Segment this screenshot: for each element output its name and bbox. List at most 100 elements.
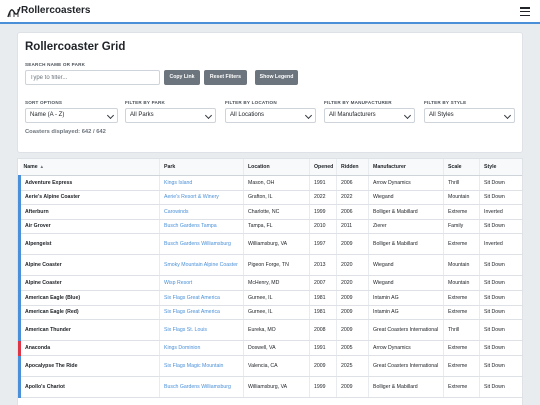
cell-park-link[interactable]: Wisp Resort <box>159 275 244 291</box>
sort-select[interactable]: Name (A - Z) <box>25 108 118 123</box>
cell-ridden: 2005 <box>336 340 369 356</box>
table-row[interactable]: Alpine Coaster Smoky Mountain Alpine Coa… <box>18 254 522 277</box>
cell-manufacturer: Intamin AG <box>368 290 444 306</box>
cell-park-link[interactable]: Smoky Mountain Alpine Coaster <box>159 254 244 277</box>
cell-park-link[interactable]: Busch Gardens Tampa <box>159 219 244 235</box>
column-header-manufacturer[interactable]: Manufacturer <box>368 159 444 176</box>
cell-park-link[interactable]: Busch Gardens Williamsburg <box>159 376 244 398</box>
cell-opened: 1991 <box>309 340 337 356</box>
cell-scale: Family <box>443 219 480 235</box>
table-row[interactable]: Alpine Coaster Wisp Resort McHenry, MD 2… <box>18 275 522 291</box>
cell-manufacturer: Arrow Dynamics <box>368 175 444 191</box>
cell-scale: Extreme <box>443 305 480 321</box>
cell-opened: 2008 <box>309 319 337 342</box>
manufacturer-filter-value: All Manufacturers <box>329 112 376 118</box>
manufacturer-filter-label: FILTER BY MANUFACTURER <box>324 100 392 105</box>
column-header-name[interactable]: Name ▲ <box>19 159 160 176</box>
chevron-down-icon <box>503 111 512 120</box>
column-header-scale[interactable]: Scale <box>443 159 480 176</box>
coaster-table: Name ▲ Park Location Opened Ridden Manufa… <box>18 159 522 398</box>
table-row[interactable]: Adventure Express Kings Island Mason, OH… <box>18 175 522 191</box>
cell-name: Alpine Coaster <box>18 275 160 291</box>
cell-opened: 1999 <box>309 376 337 398</box>
table-row[interactable]: Apollo's Chariot Busch Gardens Williamsb… <box>18 376 522 398</box>
copy-link-button[interactable]: Copy Link <box>164 70 200 85</box>
cell-ridden: 2011 <box>336 219 369 235</box>
park-filter-select[interactable]: All Parks <box>125 108 216 123</box>
cell-park-link[interactable]: Six Flags Magic Mountain <box>159 355 244 377</box>
style-filter-value: All Styles <box>429 112 454 118</box>
cell-ridden: 2009 <box>336 233 369 256</box>
brand-title[interactable]: Rollercoasters <box>21 5 90 16</box>
cell-style: Sit Down <box>479 340 522 356</box>
cell-opened: 2009 <box>309 355 337 377</box>
table-row[interactable]: Alpengeist Busch Gardens Williamsburg Wi… <box>18 233 522 256</box>
cell-manufacturer: Intamin AG <box>368 305 444 321</box>
show-legend-button[interactable]: Show Legend <box>255 70 298 85</box>
table-row[interactable]: Air Grover Busch Gardens Tampa Tampa, FL… <box>18 219 522 235</box>
cell-park-link[interactable]: Six Flags St. Louis <box>159 319 244 342</box>
cell-name: Aerie's Alpine Coaster <box>18 190 160 206</box>
cell-opened: 1997 <box>309 233 337 256</box>
chevron-down-icon <box>204 111 213 120</box>
cell-scale: Mountain <box>443 190 480 206</box>
cell-opened: 2007 <box>309 275 337 291</box>
cell-location: Valencia, CA <box>243 355 310 377</box>
column-header-ridden[interactable]: Ridden <box>336 159 369 176</box>
cell-name: Apollo's Chariot <box>18 376 160 398</box>
cell-name: Afterburn <box>18 204 160 220</box>
cell-style: Sit Down <box>479 275 522 291</box>
hamburger-menu-icon[interactable] <box>520 7 530 17</box>
cell-name: Anaconda <box>18 340 160 356</box>
cell-manufacturer: Great Coasters International <box>368 355 444 377</box>
reset-filters-button[interactable]: Reset Filters <box>204 70 247 85</box>
table-row[interactable]: Afterburn Carowinds Charlotte, NC 1999 2… <box>18 204 522 220</box>
column-header-name-label: Name <box>23 164 38 170</box>
column-header-park[interactable]: Park <box>159 159 244 176</box>
table-row[interactable]: Apocalypse The Ride Six Flags Magic Moun… <box>18 355 522 377</box>
cell-style: Sit Down <box>479 219 522 235</box>
cell-name: Apocalypse The Ride <box>18 355 160 377</box>
cell-location: Mason, OH <box>243 175 310 191</box>
coaster-count: Coasters displayed: 642 / 642 <box>25 129 106 135</box>
cell-park-link[interactable]: Six Flags Great America <box>159 290 244 306</box>
cell-location: Charlotte, NC <box>243 204 310 220</box>
search-input[interactable] <box>25 70 160 85</box>
column-header-location[interactable]: Location <box>243 159 310 176</box>
sort-options-label: SORT OPTIONS <box>25 100 63 105</box>
cell-park-link[interactable]: Busch Gardens Williamsburg <box>159 233 244 256</box>
cell-ridden: 2009 <box>336 305 369 321</box>
cell-name: Alpine Coaster <box>18 254 160 277</box>
cell-scale: Mountain <box>443 254 480 277</box>
table-row[interactable]: Anaconda Kings Dominion Doswell, VA 1991… <box>18 340 522 356</box>
table-row[interactable]: American Eagle (Red) Six Flags Great Ame… <box>18 305 522 321</box>
table-row[interactable]: American Thunder Six Flags St. Louis Eur… <box>18 319 522 342</box>
cell-opened: 2013 <box>309 254 337 277</box>
cell-park-link[interactable]: Kings Island <box>159 175 244 191</box>
cell-ridden: 2020 <box>336 254 369 277</box>
location-filter-select[interactable]: All Locations <box>225 108 316 123</box>
table-row[interactable]: American Eagle (Blue) Six Flags Great Am… <box>18 290 522 306</box>
coaster-table-container: Name ▲ Park Location Opened Ridden Manufa… <box>17 158 523 405</box>
cell-location: McHenry, MD <box>243 275 310 291</box>
cell-location: Williamsburg, VA <box>243 233 310 256</box>
cell-park-link[interactable]: Aerie's Resort & Winery <box>159 190 244 206</box>
column-header-opened[interactable]: Opened <box>309 159 337 176</box>
cell-style: Sit Down <box>479 175 522 191</box>
table-row[interactable]: Aerie's Alpine Coaster Aerie's Resort & … <box>18 190 522 206</box>
style-filter-select[interactable]: All Styles <box>424 108 515 123</box>
cell-park-link[interactable]: Carowinds <box>159 204 244 220</box>
cell-location: Doswell, VA <box>243 340 310 356</box>
rollercoaster-logo-icon <box>7 6 21 18</box>
manufacturer-filter-select[interactable]: All Manufacturers <box>324 108 415 123</box>
cell-park-link[interactable]: Six Flags Great America <box>159 305 244 321</box>
sort-select-value: Name (A - Z) <box>30 112 65 118</box>
cell-style: Sit Down <box>479 305 522 321</box>
cell-location: Eureka, MO <box>243 319 310 342</box>
cell-style: Sit Down <box>479 290 522 306</box>
cell-park-link[interactable]: Kings Dominion <box>159 340 244 356</box>
cell-ridden: 2009 <box>336 290 369 306</box>
cell-location: Gurnee, IL <box>243 305 310 321</box>
cell-scale: Mountain <box>443 275 480 291</box>
column-header-style[interactable]: Style <box>479 159 522 176</box>
